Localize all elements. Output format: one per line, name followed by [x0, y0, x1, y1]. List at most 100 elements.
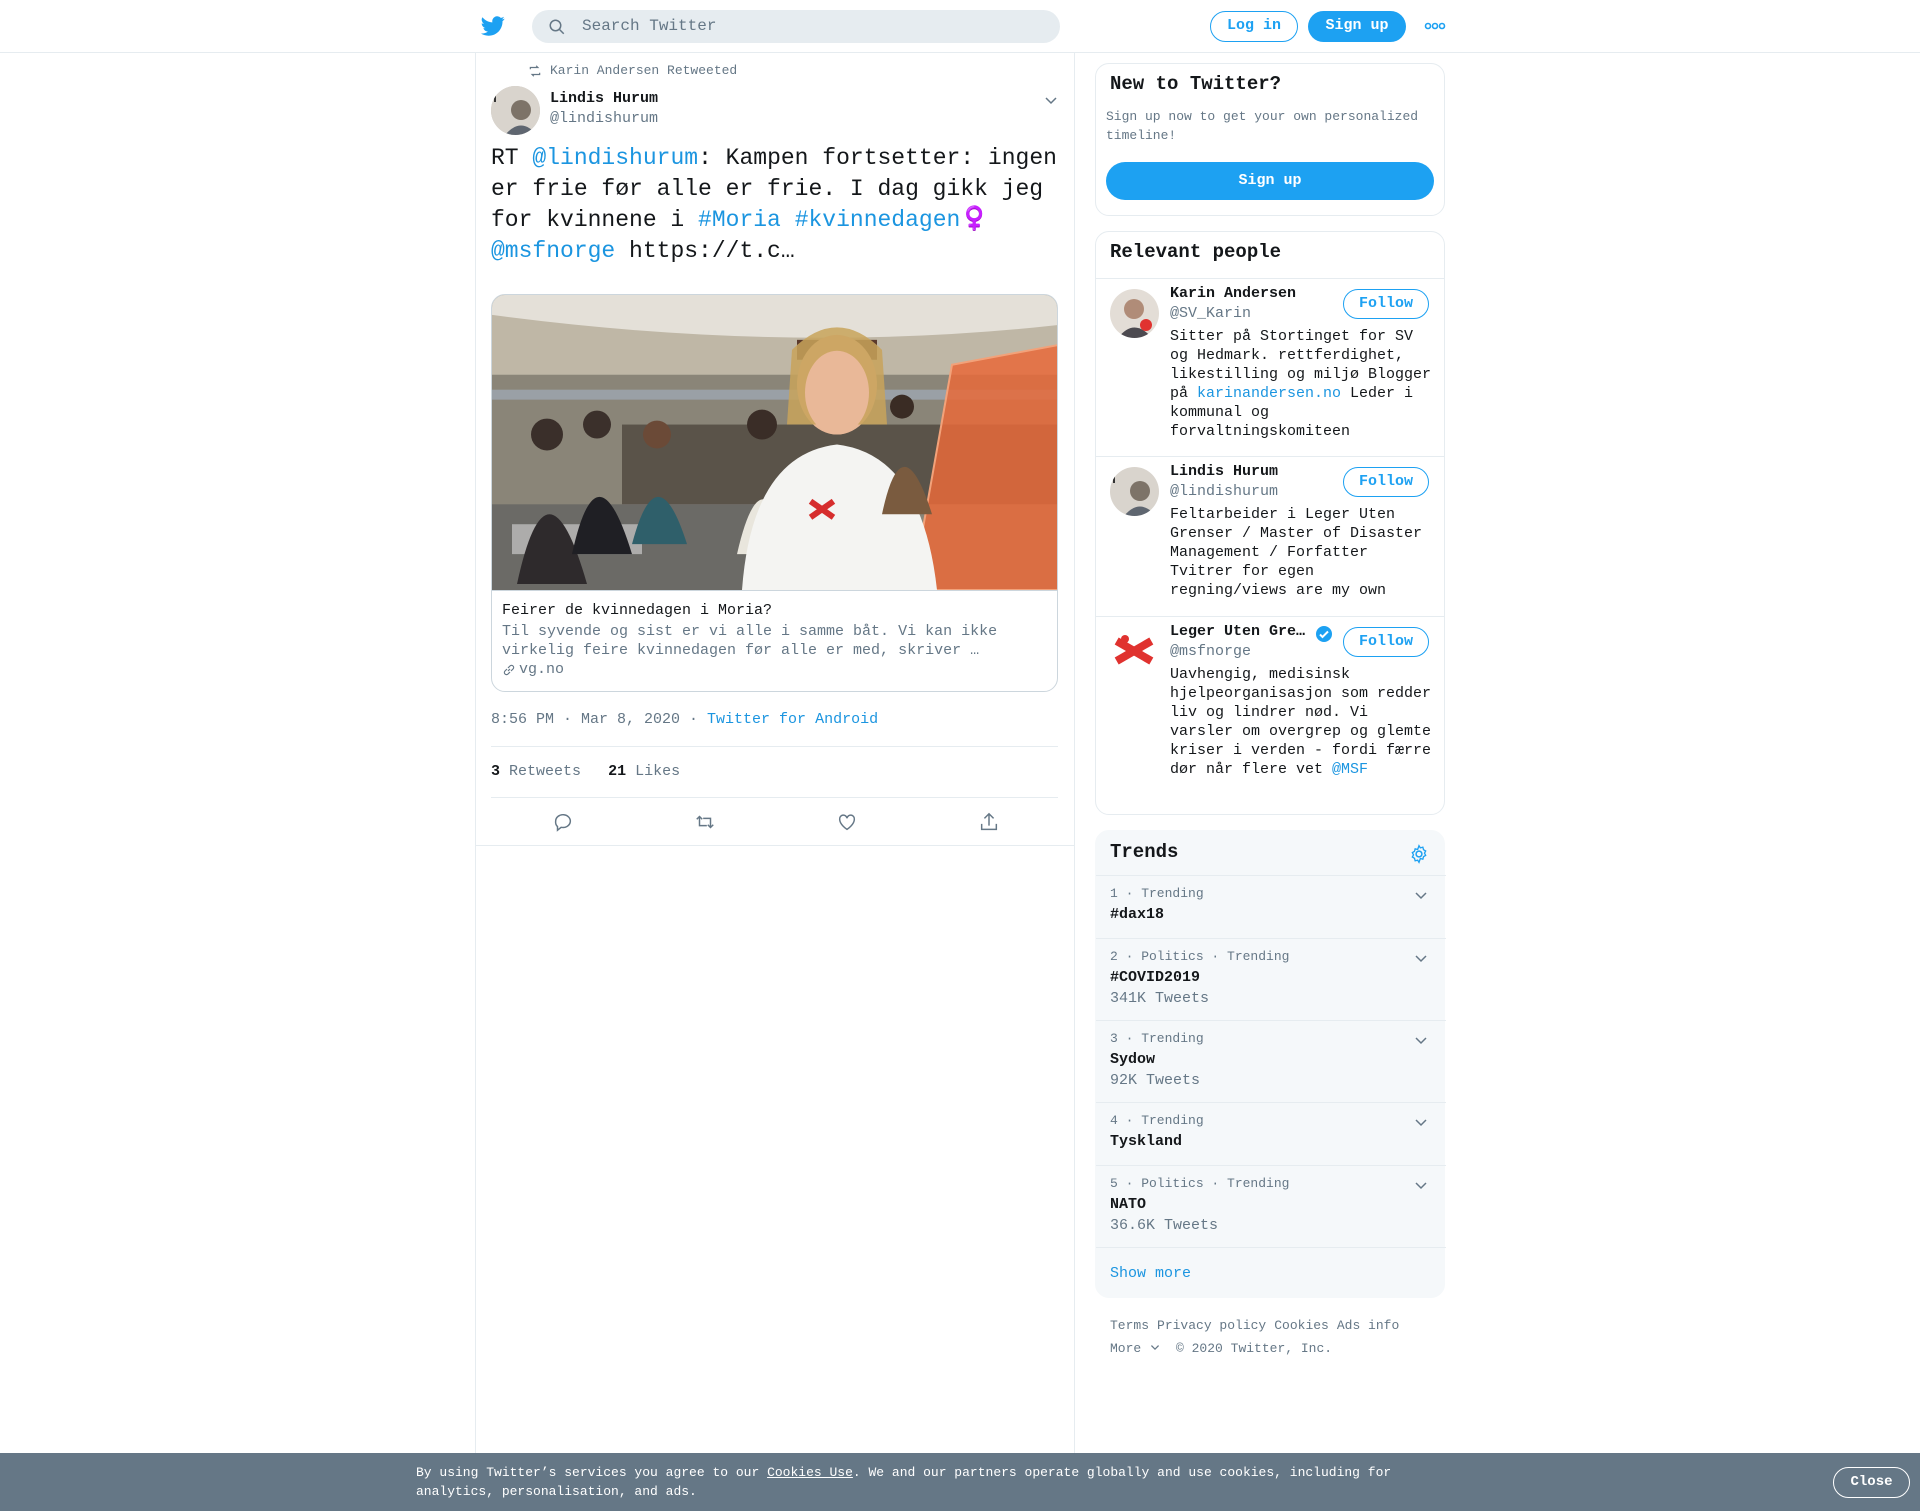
person-card[interactable]: Leger Uten Gre… @msfnorge Follow Uavheng… — [1096, 616, 1444, 814]
person-bio-text: Uavhengig, medisinsk hjelpeorganisasjon … — [1170, 666, 1432, 778]
show-more-link[interactable]: Show more — [1110, 1265, 1191, 1282]
reply-icon[interactable] — [552, 811, 574, 833]
bio-link[interactable]: karinandersen.no — [1197, 385, 1341, 402]
mention-link[interactable]: @lindishurum — [532, 145, 698, 171]
panel-subtitle: Sign up now to get your own personalized… — [1106, 109, 1419, 143]
person-card[interactable]: Karin Andersen @SV_Karin Follow Sitter p… — [1096, 278, 1444, 456]
trend-count: 92K Tweets — [1110, 1072, 1201, 1089]
footer-link-cookies[interactable]: Cookies — [1274, 1318, 1329, 1333]
person-name[interactable]: Lindis Hurum — [1170, 463, 1278, 480]
female-sign-emoji: ♀️ — [960, 207, 989, 233]
cookie-text-segment: By using Twitter’s services you agree to… — [416, 1465, 768, 1480]
cookie-text: By using Twitter’s services you agree to… — [416, 1463, 1416, 1501]
trend-item[interactable]: 3 · Trending Sydow 92K Tweets — [1096, 1020, 1446, 1102]
author-avatar-image — [491, 86, 540, 135]
follow-button[interactable]: Follow — [1343, 627, 1429, 657]
link-card[interactable]: Feirer de kvinnedagen i Moria? Til syven… — [491, 294, 1058, 692]
footer-link-terms[interactable]: Terms — [1110, 1318, 1149, 1333]
chevron-down-icon[interactable] — [1414, 888, 1428, 902]
verified-badge-icon — [1316, 626, 1332, 642]
footer-more-button[interactable]: More — [1110, 1341, 1160, 1356]
trend-item[interactable]: 4 · Trending Tyskland — [1096, 1102, 1446, 1165]
top-header: Search Twitter Log in Sign up — [0, 0, 1920, 53]
footer-links-row: Terms Privacy policy Cookies Ads info — [1110, 1314, 1430, 1337]
card-title[interactable]: Feirer de kvinnedagen i Moria? — [502, 602, 772, 619]
trend-count: 36.6K Tweets — [1110, 1217, 1219, 1234]
avatar[interactable] — [491, 86, 540, 135]
sidebar-signup-button[interactable]: Sign up — [1106, 162, 1434, 200]
hashtag-link[interactable]: #kvinnedagen — [795, 207, 961, 233]
chevron-down-icon[interactable] — [1414, 951, 1428, 965]
retweet-context[interactable]: Karin Andersen Retweeted — [528, 63, 737, 78]
close-button[interactable]: Close — [1833, 1467, 1910, 1498]
trend-item[interactable]: 2 · Politics · Trending #COVID2019 341K … — [1096, 938, 1446, 1020]
person-card[interactable]: Lindis Hurum @lindishurum Follow Feltarb… — [1096, 456, 1444, 616]
footer-more-label: More — [1110, 1341, 1142, 1356]
chevron-down-icon[interactable] — [1044, 93, 1058, 107]
avatar[interactable] — [1110, 289, 1159, 338]
card-description: Til syvende og sist er vi alle i samme b… — [502, 623, 998, 659]
hashtag-link[interactable]: #Moria — [698, 207, 781, 233]
truncated-url[interactable]: https://t.c… — [615, 238, 795, 264]
tweet-timestamp[interactable]: 8:56 PM · Mar 8, 2020 — [491, 711, 680, 728]
tweet-text-segment — [781, 207, 795, 233]
trend-name[interactable]: Sydow — [1110, 1051, 1155, 1068]
avatar[interactable] — [1110, 627, 1159, 676]
gear-icon[interactable] — [1409, 844, 1429, 864]
trends-panel: Trends 1 · Trending #dax18 2 · Politics … — [1095, 830, 1446, 1298]
footer-link-ads-info[interactable]: Ads info — [1337, 1318, 1399, 1333]
tweet-actions — [476, 798, 1074, 846]
likes-count: 21 — [608, 763, 627, 780]
footer-row-2: More © 2020 Twitter, Inc. — [1110, 1337, 1430, 1360]
twitter-bird-icon[interactable] — [480, 14, 506, 38]
mention-link[interactable]: @msfnorge — [491, 238, 615, 264]
trend-meta: 4 · Trending — [1110, 1113, 1204, 1128]
panel-title: Relevant people — [1110, 241, 1282, 263]
likes-stat[interactable]: 21 Likes — [608, 763, 680, 780]
retweets-stat[interactable]: 3 Retweets — [491, 763, 581, 780]
search-placeholder: Search Twitter — [582, 17, 717, 35]
person-name[interactable]: Leger Uten Gre… — [1170, 623, 1305, 640]
retweets-label: Retweets — [509, 763, 582, 780]
cookie-consent-bar: By using Twitter’s services you agree to… — [0, 1453, 1920, 1511]
search-icon — [549, 19, 565, 35]
msf-logo-icon — [1110, 627, 1159, 676]
trend-name[interactable]: #COVID2019 — [1110, 969, 1200, 986]
bio-link[interactable]: @MSF — [1332, 761, 1368, 778]
footer-link-privacy[interactable]: Privacy policy — [1157, 1318, 1266, 1333]
login-button[interactable]: Log in — [1210, 11, 1298, 42]
trend-meta: 2 · Politics · Trending — [1110, 949, 1290, 964]
trend-item[interactable]: 1 · Trending #dax18 — [1096, 875, 1446, 938]
person-handle[interactable]: @msfnorge — [1170, 643, 1251, 660]
trend-name[interactable]: Tyskland — [1110, 1133, 1182, 1150]
signup-button[interactable]: Sign up — [1308, 11, 1406, 42]
follow-button[interactable]: Follow — [1343, 467, 1429, 497]
person-handle[interactable]: @lindishurum — [1170, 483, 1278, 500]
retweets-count: 3 — [491, 763, 501, 780]
chevron-down-icon[interactable] — [1414, 1178, 1428, 1192]
share-icon[interactable] — [978, 811, 1000, 833]
retweet-context-label: Karin Andersen Retweeted — [550, 63, 738, 78]
author-name[interactable]: Lindis Hurum — [550, 90, 658, 107]
trend-item[interactable]: 5 · Politics · Trending NATO 36.6K Tweet… — [1096, 1165, 1446, 1247]
link-icon — [503, 664, 515, 675]
person-name[interactable]: Karin Andersen — [1170, 285, 1296, 302]
cookies-use-link[interactable]: Cookies Use — [767, 1465, 853, 1480]
trend-name[interactable]: #dax18 — [1110, 906, 1164, 923]
tweet-source-link[interactable]: Twitter for Android — [707, 711, 878, 728]
chevron-down-icon[interactable] — [1414, 1115, 1428, 1129]
avatar[interactable] — [1110, 467, 1159, 516]
search-input[interactable]: Search Twitter — [532, 10, 1060, 43]
person-bio: Sitter på Stortinget for SV og Hedmark. … — [1170, 327, 1435, 441]
chevron-down-icon[interactable] — [1414, 1033, 1428, 1047]
more-dots-icon[interactable] — [1424, 21, 1446, 31]
sidebar-footer: Terms Privacy policy Cookies Ads info More … — [1110, 1314, 1430, 1360]
person-bio: Uavhengig, medisinsk hjelpeorganisasjon … — [1170, 665, 1435, 779]
author-handle[interactable]: @lindishurum — [550, 110, 658, 127]
follow-button[interactable]: Follow — [1343, 289, 1429, 319]
like-heart-icon[interactable] — [836, 811, 858, 833]
retweet-icon[interactable] — [694, 811, 716, 833]
person-handle[interactable]: @SV_Karin — [1170, 305, 1251, 322]
likes-label: Likes — [635, 763, 681, 780]
trend-name[interactable]: NATO — [1110, 1196, 1146, 1213]
